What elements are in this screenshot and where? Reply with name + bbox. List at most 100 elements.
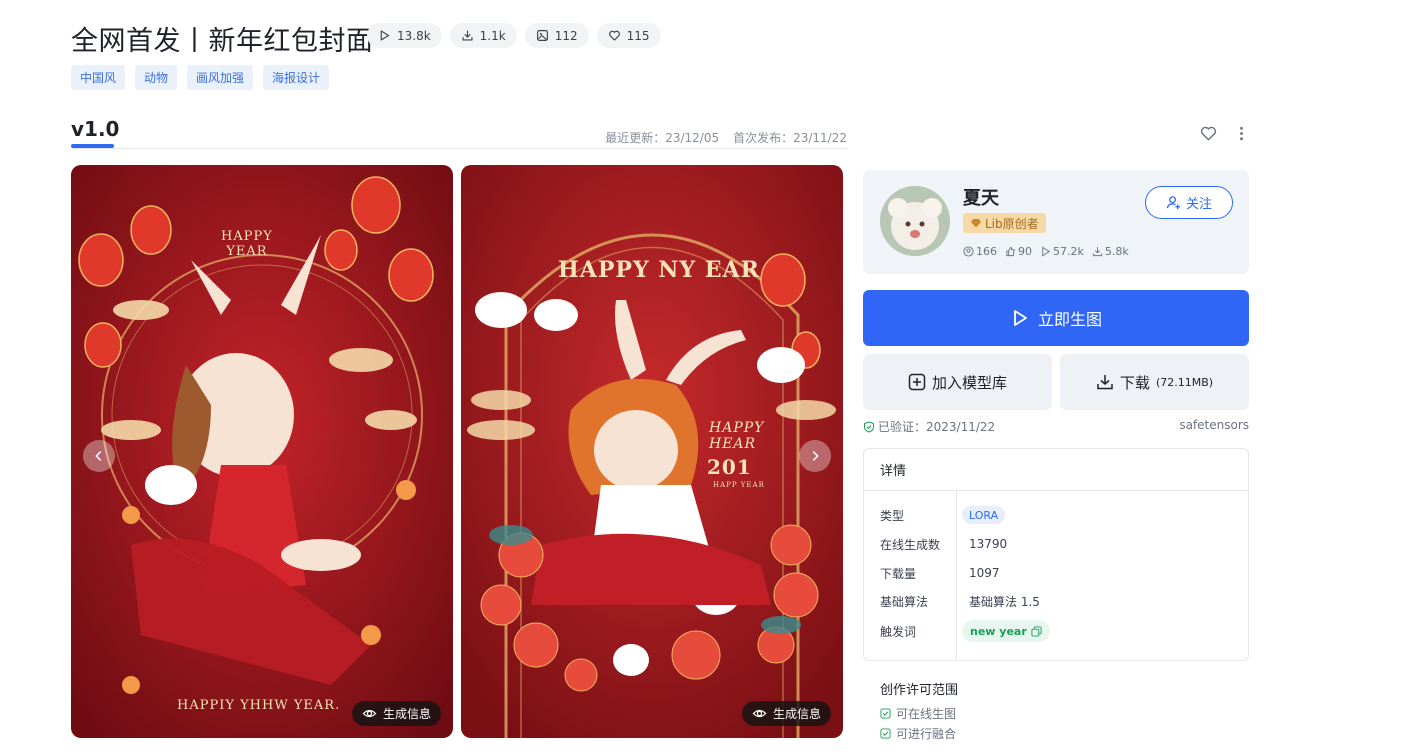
file-format: safetensors — [1179, 418, 1249, 432]
active-tab-indicator — [71, 144, 114, 148]
detail-key: 触发词 — [880, 624, 917, 639]
new-year-bunny-illustration — [461, 165, 843, 738]
detail-row-generations: 在线生成数 13790 — [864, 534, 1248, 554]
trigger-word-chip[interactable]: new year — [962, 620, 1050, 642]
image-caption-top: HAPPY YEAR — [221, 229, 273, 259]
license-item-label: 可在线生图 — [896, 707, 957, 721]
creator-card: 夏天 Lib原创者 166 90 57.2k 5.8k 关注 — [863, 170, 1249, 274]
download-button[interactable]: 下载 (72.11MB) — [1060, 354, 1249, 410]
license-title: 创作许可范围 — [880, 683, 959, 698]
stat-value: 112 — [554, 28, 578, 43]
download-label: 下载 — [1119, 373, 1150, 392]
creator-stat-runs: 57.2k — [1040, 245, 1084, 258]
verified-label: 已验证：2023/11/22 — [878, 420, 996, 434]
license-item-label: 可进行融合 — [896, 727, 957, 741]
published-date: 首次发布：23/11/22 — [733, 131, 847, 145]
favorite-heart-icon[interactable] — [1199, 124, 1218, 143]
model-type-badge: LORA — [962, 506, 1006, 524]
chevron-left-icon — [95, 451, 102, 461]
creator-stat-value: 166 — [976, 245, 997, 258]
follow-button[interactable]: 关注 — [1145, 186, 1233, 219]
add-user-icon — [1166, 196, 1181, 210]
details-panel: 详情 类型 LORA 在线生成数 13790 下载量 1097 基础算法 基础算… — [863, 448, 1249, 661]
checkbox-checked-icon — [880, 728, 891, 739]
image-caption-year: 201 — [707, 455, 752, 479]
stat-value: 13.8k — [397, 28, 431, 43]
stat-likes[interactable]: 115 — [596, 23, 661, 48]
add-box-icon — [908, 373, 926, 391]
diamond-icon — [971, 219, 981, 228]
detail-key: 下载量 — [880, 566, 917, 581]
play-icon — [1014, 310, 1027, 326]
stat-value: 1.1k — [479, 28, 506, 43]
download-icon — [1092, 246, 1102, 257]
generate-now-button[interactable]: 立即生图 — [863, 290, 1249, 346]
copy-icon[interactable] — [1031, 625, 1042, 637]
creator-badge-label: Lib原创者 — [985, 216, 1039, 231]
image-caption-mid: HAPPY HEAR — [709, 420, 765, 452]
tag[interactable]: 中国风 — [71, 65, 126, 90]
carousel-prev-button[interactable] — [83, 440, 115, 472]
creator-avatar-image — [880, 186, 950, 256]
tag-list: 中国风 动物 画风加强 海报设计 — [71, 65, 330, 90]
generation-info-button[interactable]: 生成信息 — [351, 701, 441, 726]
creator-stats: 166 90 57.2k 5.8k — [963, 245, 1129, 258]
details-title: 详情 — [864, 449, 1248, 491]
tag[interactable]: 画风加强 — [187, 65, 254, 90]
updated-date: 最近更新：23/12/05 — [605, 131, 720, 145]
top-actions — [1199, 124, 1251, 143]
carousel-next-button[interactable] — [799, 440, 831, 472]
detail-row-downloads: 下载量 1097 — [864, 563, 1248, 583]
creator-name[interactable]: 夏天 — [963, 184, 999, 210]
creator-stat-value: 57.2k — [1053, 245, 1084, 258]
tag[interactable]: 动物 — [135, 65, 178, 90]
thumb-icon — [1006, 246, 1015, 257]
eye-icon — [752, 709, 767, 718]
version-tabs: v1.0 最近更新：23/12/05 首次发布：23/11/22 — [71, 113, 847, 149]
detail-row-base-model: 基础算法 基础算法 1.5 — [864, 591, 1248, 611]
add-to-library-button[interactable]: 加入模型库 — [863, 354, 1052, 410]
tab-version[interactable]: v1.0 — [71, 117, 119, 141]
page-title: 全网首发丨新年红包封面 — [71, 26, 374, 57]
detail-value: 基础算法 1.5 — [969, 594, 1040, 609]
license-item: 可进行融合 — [880, 725, 956, 742]
creator-stat-downloads: 5.8k — [1092, 245, 1129, 258]
verified-status: 已验证：2023/11/22 — [863, 418, 995, 435]
model-stats: 13.8k 1.1k 112 115 — [367, 23, 661, 48]
preview-image-1[interactable]: HAPPY YEAR HAPPIY YHHW YEAR. 生成信息 — [71, 165, 453, 738]
preview-image-2[interactable]: HAPPY NY EAR HAPPY HEAR 201 HAPP YEAR 生成… — [461, 165, 843, 738]
generation-info-label: 生成信息 — [772, 707, 821, 721]
tag[interactable]: 海报设计 — [263, 65, 330, 90]
shield-check-icon — [864, 420, 874, 433]
follow-button-label: 关注 — [1185, 197, 1212, 212]
heart-icon — [608, 30, 620, 41]
verification-row: 已验证：2023/11/22 safetensors — [863, 418, 1249, 435]
user-icon — [963, 246, 974, 257]
play-icon — [380, 30, 390, 41]
detail-key: 在线生成数 — [880, 537, 941, 552]
generate-now-label: 立即生图 — [1037, 310, 1102, 329]
creator-stat-value: 90 — [1018, 245, 1032, 258]
trigger-word: new year — [970, 624, 1027, 638]
creator-stat-value: 5.8k — [1104, 245, 1129, 258]
download-icon — [1097, 375, 1113, 390]
image-caption-small: HAPP YEAR — [713, 481, 765, 489]
image-icon — [536, 30, 548, 41]
detail-key: 基础算法 — [880, 594, 929, 609]
play-icon — [1042, 246, 1051, 257]
image-caption-bottom: HAPPIY YHHW YEAR. — [177, 698, 341, 713]
detail-value: 13790 — [969, 537, 1008, 551]
stat-images: 112 — [524, 23, 589, 48]
detail-key: 类型 — [880, 508, 905, 523]
avatar[interactable] — [880, 186, 950, 256]
version-dates: 最近更新：23/12/05 首次发布：23/11/22 — [605, 129, 847, 146]
license-item: 可在线生图 — [880, 705, 956, 722]
generation-info-button[interactable]: 生成信息 — [741, 701, 831, 726]
checkbox-checked-icon — [880, 708, 891, 719]
download-icon — [462, 30, 473, 41]
stat-runs: 13.8k — [367, 23, 442, 48]
stat-value: 115 — [626, 28, 650, 43]
more-options-icon[interactable] — [1232, 124, 1251, 143]
creator-badge: Lib原创者 — [963, 213, 1046, 233]
generation-info-label: 生成信息 — [382, 707, 431, 721]
